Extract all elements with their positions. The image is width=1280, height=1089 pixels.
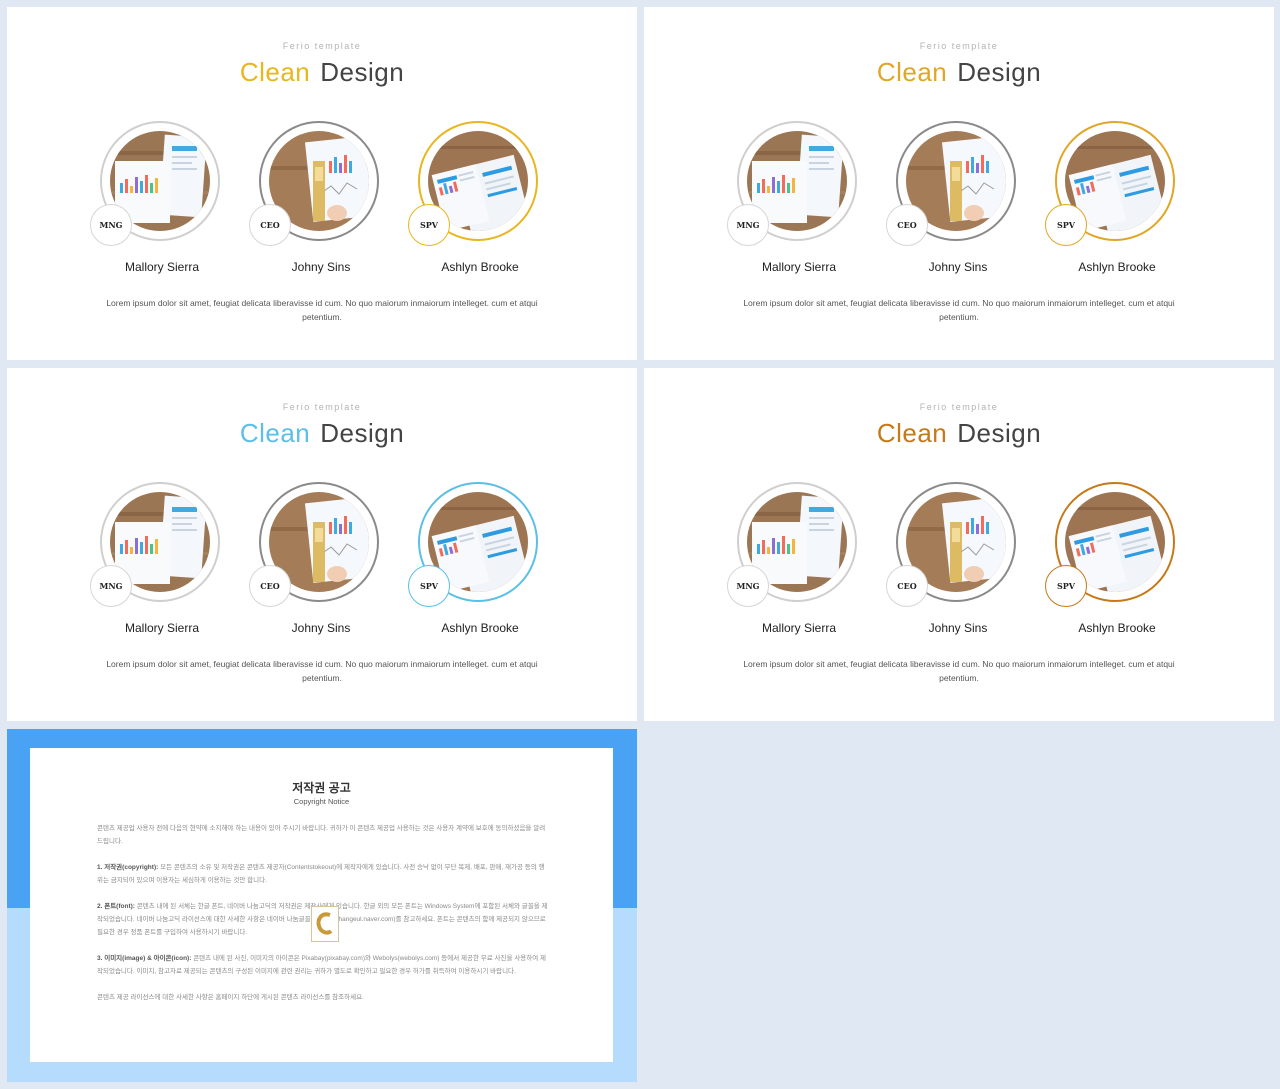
notice-section-text: 모든 콘텐츠의 소유 및 저작권은 콘텐츠 제공자(Contentstokeou… [97, 864, 545, 884]
slide-title: Clean Design [644, 418, 1274, 449]
slide-title: Clean Design [7, 418, 637, 449]
team-member-card: CEO Johny Sins [236, 121, 406, 281]
slide-title: Clean Design [7, 57, 637, 88]
role-badge: CEO [886, 565, 928, 607]
brand-logo-icon [311, 906, 339, 942]
copyright-panel: 저작권 공고 Copyright Notice 콘텐츠 제공업 사용자 전에 다… [30, 748, 613, 1062]
role-badge: MNG [90, 204, 132, 246]
role-badge: CEO [249, 565, 291, 607]
copyright-slide: 저작권 공고 Copyright Notice 콘텐츠 제공업 사용자 전에 다… [7, 729, 637, 1082]
slide-4: Ferio template Clean Design MNG Mallory … [644, 368, 1274, 721]
member-name: Ashlyn Brooke [1078, 260, 1156, 274]
title-accent-word: Clean [239, 57, 311, 87]
team-member-card: SPV Ashlyn Brooke [1032, 121, 1202, 281]
notice-section-copyright: 1. 저작권(copyright): 모든 콘텐츠의 소유 및 저작권은 콘텐츠… [97, 861, 549, 887]
slide-2: Ferio template Clean Design MNG Mallory … [644, 7, 1274, 360]
slide-1: Ferio template Clean Design MNG Mallory … [7, 7, 637, 360]
team-member-card: MNG Mallory Sierra [77, 121, 247, 281]
team-member-card: MNG Mallory Sierra [714, 121, 884, 281]
notice-title: 저작권 공고 [292, 781, 351, 795]
slide-description: Lorem ipsum dolor sit amet, feugiat deli… [743, 659, 1175, 683]
role-badge: SPV [408, 204, 450, 246]
role-badge: MNG [90, 565, 132, 607]
team-member-card: CEO Johny Sins [236, 482, 406, 642]
slide-subtitle: Ferio template [919, 402, 999, 412]
role-badge: CEO [249, 204, 291, 246]
role-badge: SPV [1045, 565, 1087, 607]
title-rest-word: Design [957, 418, 1042, 448]
title-accent-word: Clean [876, 418, 948, 448]
notice-footer: 콘텐츠 제공 라이선스에 대한 사세한 사항은 홈페이지 하단에 게시된 콘텐츠… [97, 994, 364, 1001]
title-accent-word: Clean [876, 57, 948, 87]
team-member-card: MNG Mallory Sierra [714, 482, 884, 642]
notice-subtitle: Copyright Notice [293, 797, 350, 806]
notice-section-image: 3. 이미지(image) & 아이콘(icon): 콘텐츠 내에 된 사진, … [97, 952, 549, 978]
member-name: Mallory Sierra [761, 621, 836, 635]
slide-3: Ferio template Clean Design MNG Mallory … [7, 368, 637, 721]
member-name: Mallory Sierra [124, 260, 199, 274]
member-name: Mallory Sierra [124, 621, 199, 635]
team-member-card: SPV Ashlyn Brooke [395, 121, 565, 281]
title-accent-word: Clean [239, 418, 311, 448]
slide-subtitle: Ferio template [282, 402, 362, 412]
role-badge: SPV [1045, 204, 1087, 246]
role-badge: SPV [408, 565, 450, 607]
slide-description: Lorem ipsum dolor sit amet, feugiat deli… [743, 298, 1175, 322]
slide-description: Lorem ipsum dolor sit amet, feugiat deli… [106, 298, 538, 322]
team-member-card: SPV Ashlyn Brooke [395, 482, 565, 642]
notice-section-heading: 3. 이미지(image) & 아이콘(icon): [97, 955, 192, 962]
role-badge: MNG [727, 565, 769, 607]
member-name: Ashlyn Brooke [441, 621, 519, 635]
role-badge: CEO [886, 204, 928, 246]
slide-description: Lorem ipsum dolor sit amet, feugiat deli… [106, 659, 538, 683]
team-member-card: CEO Johny Sins [873, 121, 1043, 281]
notice-section-heading: 1. 저작권(copyright): [97, 864, 159, 871]
title-rest-word: Design [320, 57, 405, 87]
team-member-card: MNG Mallory Sierra [77, 482, 247, 642]
slide-subtitle: Ferio template [282, 41, 362, 51]
slide-subtitle: Ferio template [919, 41, 999, 51]
member-name: Johny Sins [291, 621, 351, 635]
role-badge: MNG [727, 204, 769, 246]
member-name: Mallory Sierra [761, 260, 836, 274]
member-name: Ashlyn Brooke [441, 260, 519, 274]
member-name: Johny Sins [928, 621, 988, 635]
notice-section-heading: 2. 폰트(font): [97, 903, 135, 910]
member-name: Johny Sins [291, 260, 351, 274]
title-rest-word: Design [320, 418, 405, 448]
team-member-card: CEO Johny Sins [873, 482, 1043, 642]
member-name: Ashlyn Brooke [1078, 621, 1156, 635]
notice-intro: 콘텐츠 제공업 사용자 전에 다음의 현약에 소지해야 하는 내용이 있어 주시… [97, 825, 546, 845]
slide-title: Clean Design [644, 57, 1274, 88]
member-name: Johny Sins [928, 260, 988, 274]
team-member-card: SPV Ashlyn Brooke [1032, 482, 1202, 642]
title-rest-word: Design [957, 57, 1042, 87]
